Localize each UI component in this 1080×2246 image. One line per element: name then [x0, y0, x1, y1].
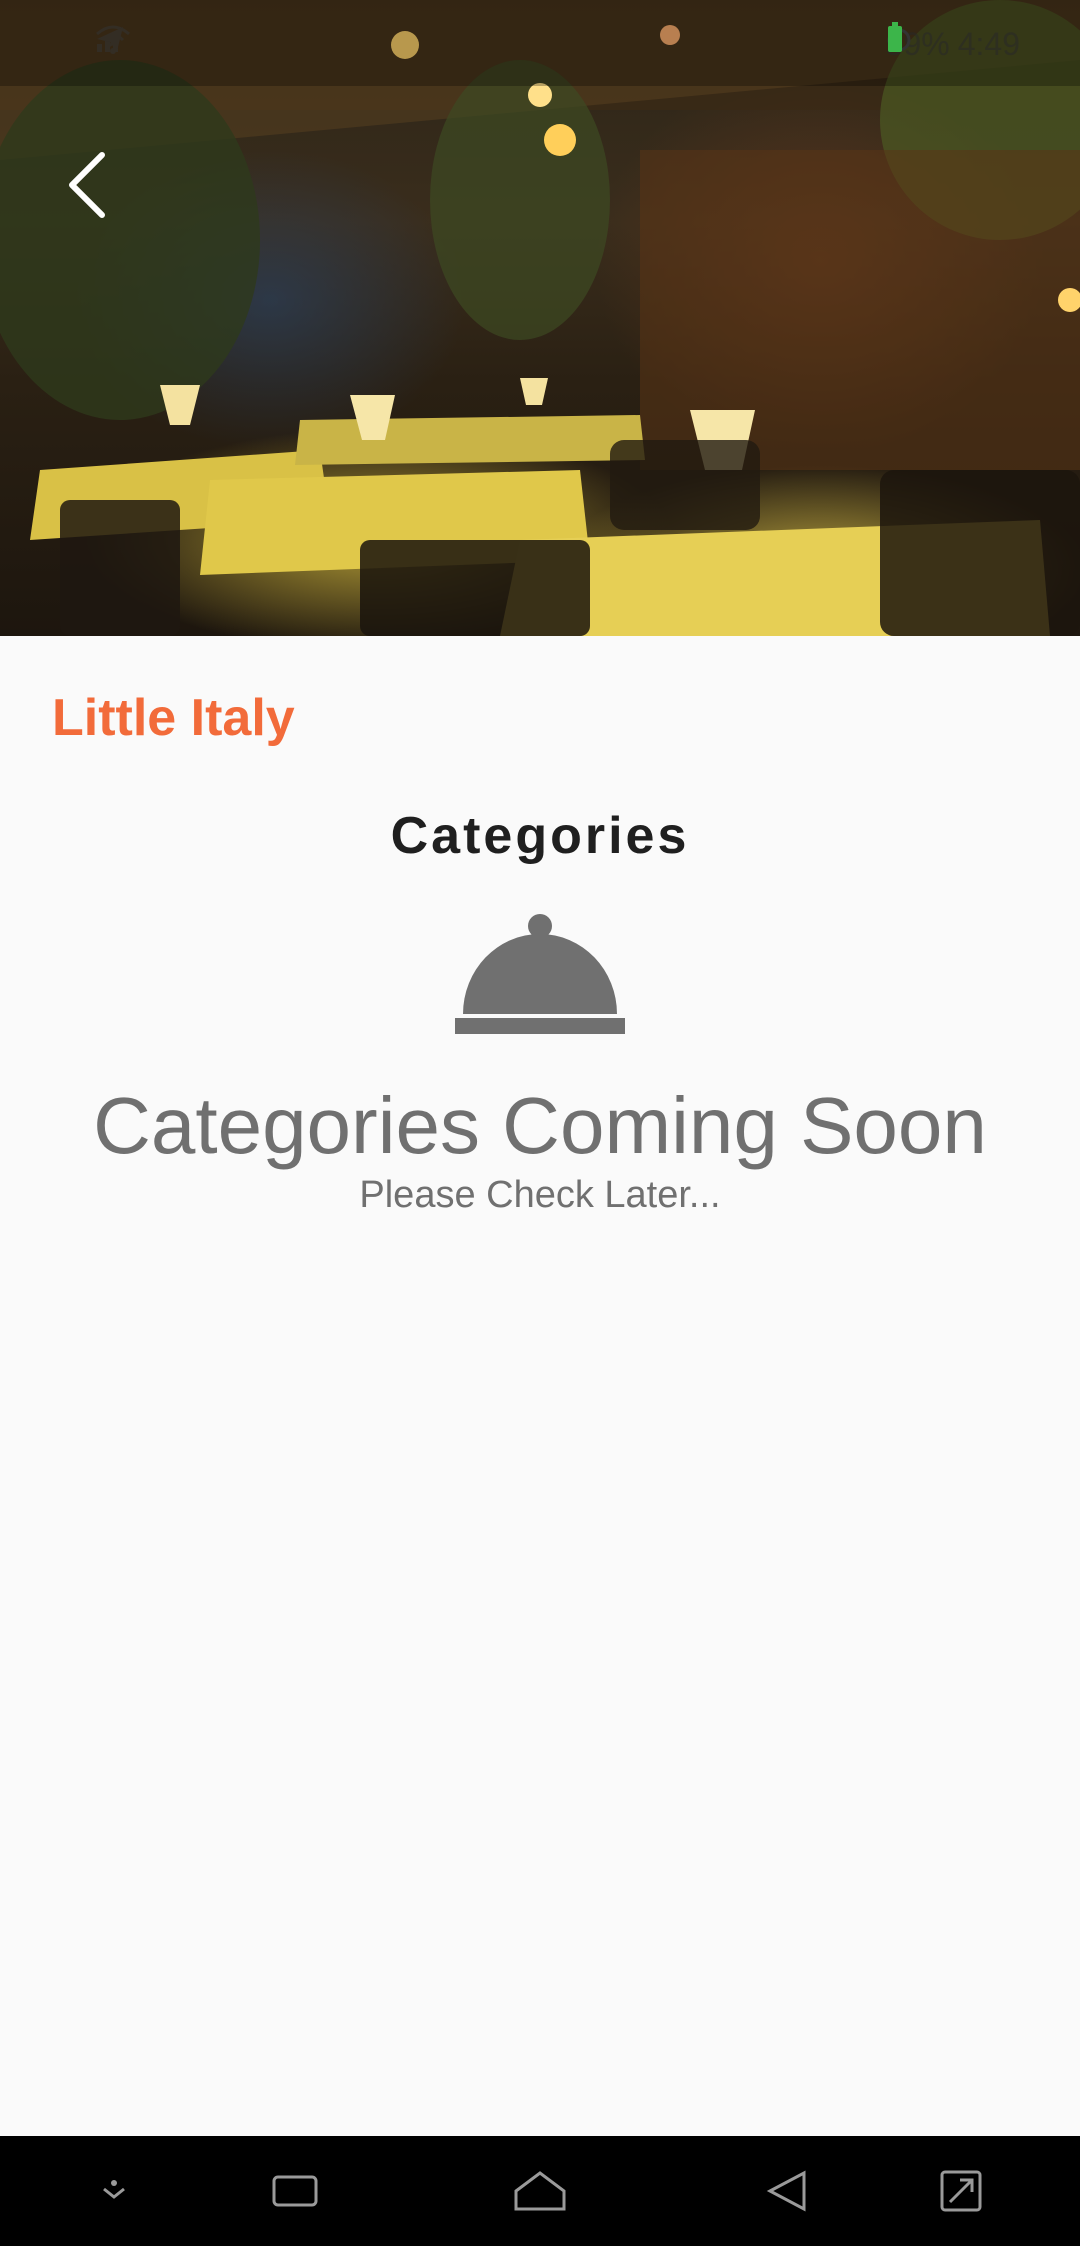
recents-icon [272, 2175, 318, 2207]
chevron-left-icon [69, 152, 105, 218]
navigation-icon [97, 27, 123, 51]
home-icon [514, 2171, 566, 2211]
system-nav-bar [0, 2136, 1080, 2246]
back-nav-button[interactable] [732, 2136, 842, 2246]
empty-state-title: Categories Coming Soon [93, 1081, 987, 1170]
screenshot-icon [940, 2170, 982, 2212]
status-right-icons: 59% 4:49 [886, 22, 1020, 66]
notification-pull-icon [103, 2180, 125, 2199]
empty-state-subtitle: Please Check Later... [359, 1174, 721, 1216]
cloche-icon [455, 914, 625, 1034]
recents-button[interactable] [240, 2136, 350, 2246]
clock: 4:49 [957, 25, 1020, 62]
restaurant-name: Little Italy [52, 689, 295, 747]
section-title: Categories [390, 807, 690, 865]
hero-image: 59% 4:49 [0, 0, 1080, 636]
home-button[interactable] [485, 2136, 595, 2246]
status-bar: 59% 4:49 [0, 0, 1080, 86]
battery-icon [887, 22, 902, 52]
notification-pull-button[interactable] [59, 2136, 169, 2246]
restaurant-photo [0, 0, 1080, 636]
back-button[interactable] [66, 152, 126, 226]
screenshot-button[interactable] [906, 2136, 1016, 2246]
back-icon [766, 2170, 806, 2212]
